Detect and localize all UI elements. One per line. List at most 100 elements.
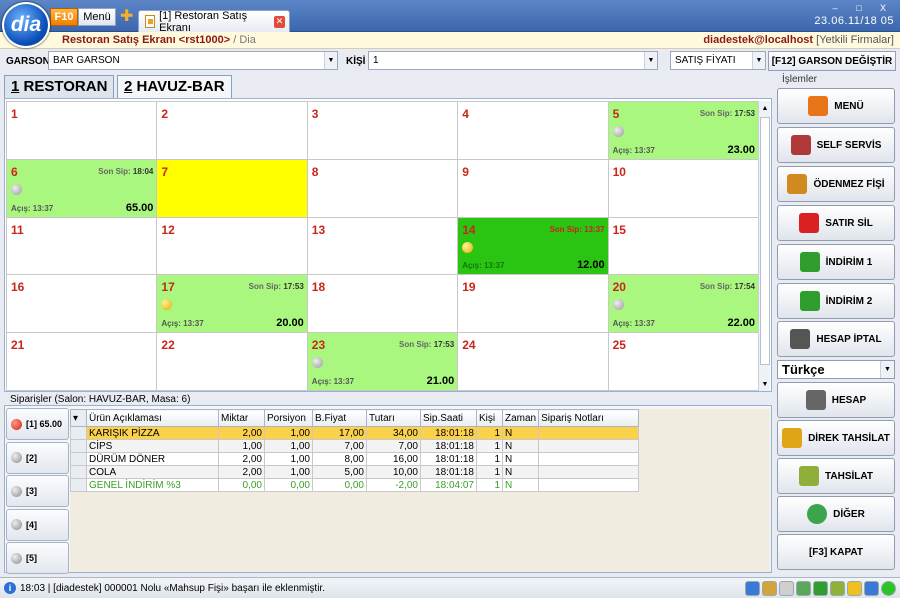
- column-header[interactable]: Zaman: [501, 409, 540, 427]
- table-cell[interactable]: 11: [7, 217, 158, 276]
- close-tab-icon[interactable]: ✕: [274, 15, 285, 28]
- table-cell[interactable]: 21: [7, 333, 158, 391]
- maximize-button[interactable]: □: [848, 2, 870, 14]
- tools-icon[interactable]: [762, 581, 777, 596]
- bill-tab[interactable]: [3]: [6, 475, 69, 507]
- table-cell[interactable]: 3: [307, 102, 459, 160]
- tab-restoran[interactable]: 1 RESTORAN: [4, 75, 115, 98]
- dia-logo[interactable]: dia: [2, 2, 50, 48]
- -denmez-fi-i--button[interactable]: ÖDENMEZ FİŞİ: [777, 166, 895, 202]
- calculator-icon[interactable]: [779, 581, 794, 596]
- column-header[interactable]: Sipariş Notları: [538, 409, 640, 427]
- table-cell[interactable]: 15: [608, 217, 759, 276]
- table-cell[interactable]: 1: [7, 102, 158, 160]
- table-cell[interactable]: 23 Son Sip: 17:53 Açış: 13:37 21.00: [307, 333, 459, 391]
- table-cell[interactable]: 9: [458, 159, 609, 218]
- table-cell[interactable]: 6 Son Sip: 18:04 Açış: 13:37 65.00: [7, 159, 158, 218]
- column-header[interactable]: Porsiyon: [264, 409, 313, 427]
- refresh-icon[interactable]: [796, 581, 811, 596]
- lock-icon[interactable]: [864, 581, 879, 596]
- table-cell[interactable]: 4: [458, 102, 609, 160]
- tab-havuz-bar[interactable]: 2 HAVUZ-BAR: [117, 75, 232, 98]
- column-header[interactable]: Miktar: [218, 409, 265, 427]
- tahsi-lat-button[interactable]: TAHSİLAT: [777, 458, 895, 494]
- row-selector[interactable]: [70, 478, 87, 492]
- scroll-thumb[interactable]: [760, 117, 770, 365]
- close-window-button[interactable]: X: [872, 2, 894, 14]
- satir-si-l-button[interactable]: SATIR SİL: [777, 205, 895, 241]
- chevron-down-icon[interactable]: ▼: [752, 52, 765, 69]
- table-cell[interactable]: 18: [307, 275, 459, 334]
- row-selector[interactable]: [70, 426, 87, 440]
- row-selector-header[interactable]: ▾: [70, 409, 87, 427]
- table-cell[interactable]: 8: [307, 159, 459, 218]
- di-er-button[interactable]: DİĞER: [777, 496, 895, 532]
- -f3-kapat-button[interactable]: [F3] KAPAT: [777, 534, 895, 570]
- row-selector[interactable]: [70, 439, 87, 453]
- table-cell[interactable]: 19: [458, 275, 609, 334]
- scroll-up-icon[interactable]: ▲: [759, 101, 771, 115]
- bill-tab[interactable]: [4]: [6, 508, 69, 541]
- chevron-down-icon[interactable]: ▼: [880, 361, 894, 378]
- table-cell[interactable]: 16: [7, 275, 158, 334]
- table-grid-scrollbar[interactable]: ▲ ▼: [758, 101, 770, 391]
- kisi-select[interactable]: 1 ▼: [368, 51, 658, 70]
- bill-tab[interactable]: [1] 65.00: [6, 408, 69, 440]
- column-header[interactable]: Kişi: [476, 409, 503, 427]
- help-icon[interactable]: [745, 581, 760, 596]
- hesap-i-ptal-button[interactable]: HESAP İPTAL: [777, 321, 895, 357]
- table-row[interactable]: CİPS 1,00 1,00 7,00 7,00 18:01:18 1 N: [70, 439, 640, 453]
- garson-select[interactable]: BAR GARSON ▼: [48, 51, 338, 70]
- language-select[interactable]: Türkçe ▼: [777, 360, 895, 379]
- minimize-button[interactable]: –: [824, 2, 846, 14]
- firm-link[interactable]: [Yetkili Firmalar]: [816, 34, 894, 46]
- column-header[interactable]: Tutarı: [366, 409, 421, 427]
- table-cell[interactable]: 17 Son Sip: 17:53 Açış: 13:37 20.00: [157, 275, 308, 334]
- hesap-button[interactable]: HESAP: [777, 382, 895, 418]
- i-ndi-ri-m-2-button[interactable]: İNDİRİM 2: [777, 283, 895, 319]
- menu-button[interactable]: Menü: [78, 8, 116, 26]
- table-cell[interactable]: 12: [157, 217, 308, 276]
- column-header[interactable]: Sip.Saati: [420, 409, 477, 427]
- table-row[interactable]: COLA 2,00 1,00 5,00 10,00 18:01:18 1 N: [70, 465, 640, 479]
- table-cell[interactable]: 5 Son Sip: 17:53 Açış: 13:37 23.00: [608, 102, 759, 160]
- smiley-icon[interactable]: [847, 581, 862, 596]
- table-number: 24: [462, 338, 476, 353]
- bill-tab[interactable]: [2]: [6, 441, 69, 474]
- table-cell[interactable]: 10: [608, 159, 759, 218]
- new-tab-icon[interactable]: ✚: [120, 6, 133, 26]
- price-select[interactable]: SATIŞ FİYATI ▼: [670, 51, 766, 70]
- table-cell[interactable]: 2: [157, 102, 308, 160]
- table-cell: KARIŞIK PİZZA: [86, 426, 219, 440]
- table-row[interactable]: KARIŞIK PİZZA 2,00 1,00 17,00 34,00 18:01:18 1…: [70, 426, 640, 440]
- chevron-down-icon[interactable]: ▼: [324, 52, 337, 69]
- bill-tab[interactable]: [5]: [6, 542, 69, 574]
- change-waiter-button[interactable]: [F12] GARSON DEĞİŞTİR: [768, 51, 896, 71]
- breadcrumb-app[interactable]: Dia: [239, 34, 256, 46]
- table-cell[interactable]: 24: [458, 333, 609, 391]
- download-icon[interactable]: [830, 581, 845, 596]
- table-cell[interactable]: 13: [307, 217, 459, 276]
- row-selector[interactable]: [70, 465, 87, 479]
- column-header[interactable]: B.Fiyat: [312, 409, 367, 427]
- row-selector[interactable]: [70, 452, 87, 466]
- column-header[interactable]: Ürün Açıklaması: [86, 409, 219, 427]
- chevron-down-icon[interactable]: ▼: [644, 52, 657, 69]
- di-rek-tahsi-lat-button[interactable]: DİREK TAHSİLAT: [777, 420, 895, 456]
- table-row[interactable]: GENEL İNDİRİM %3 0,00 0,00 0,00 -2,00 18:04:0…: [70, 478, 640, 492]
- scroll-down-icon[interactable]: ▼: [759, 377, 771, 391]
- breadcrumb-screen[interactable]: Restoran Satış Ekranı <rst1000>: [62, 34, 230, 46]
- table-cell[interactable]: 7: [157, 159, 308, 218]
- table-cell[interactable]: 20 Son Sip: 17:54 Açış: 13:37 22.00: [608, 275, 759, 334]
- user-name[interactable]: diadestek@localhost: [703, 34, 813, 46]
- table-cell[interactable]: 25: [608, 333, 759, 391]
- men--button[interactable]: MENÜ: [777, 88, 895, 124]
- document-tab[interactable]: [1] Restoran Satış Ekranı ✕: [138, 10, 290, 34]
- table-cell[interactable]: 22: [157, 333, 308, 391]
- table-cell[interactable]: 14 Son Sip: 13:37 Açış: 13:37 12.00: [458, 217, 609, 276]
- table-row[interactable]: DÜRÜM DÖNER 2,00 1,00 8,00 16,00 18:01:18 1 N: [70, 452, 640, 466]
- f10-button[interactable]: F10: [50, 8, 78, 26]
- i-ndi-ri-m-1-button[interactable]: İNDİRİM 1: [777, 244, 895, 280]
- self-servi-s-button[interactable]: SELF SERVİS: [777, 127, 895, 163]
- currency-icon[interactable]: [813, 581, 828, 596]
